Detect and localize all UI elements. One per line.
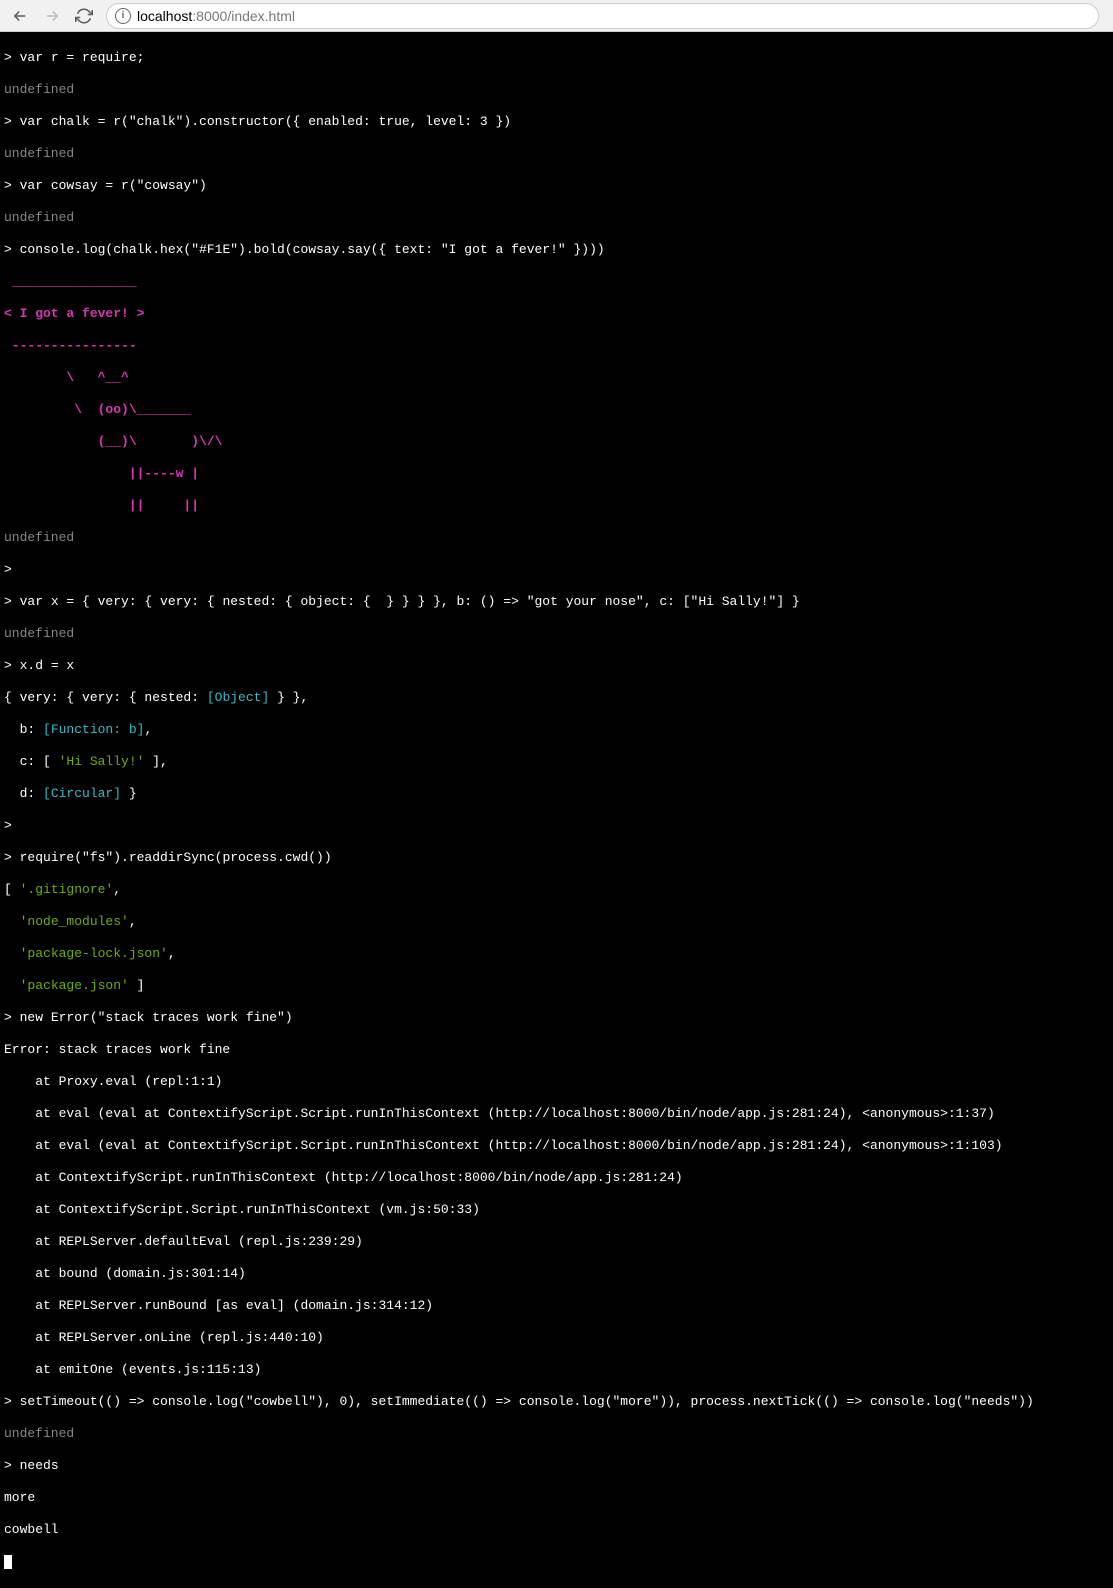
terminal-output[interactable]: > var r = require; undefined > var chalk… <box>0 32 1113 1588</box>
cowsay-art: ---------------- <box>4 338 1109 354</box>
cowsay-art: ________________ <box>4 274 1109 290</box>
string-value: 'package-lock.json' <box>20 946 168 961</box>
browser-toolbar: i localhost:8000/index.html <box>0 0 1113 32</box>
cowsay-art: ||----w | <box>4 466 1109 482</box>
cursor <box>4 1555 12 1569</box>
back-button[interactable] <box>6 2 34 30</box>
stack-line: at REPLServer.runBound [as eval] (domain… <box>4 1298 1109 1314</box>
console-output: cowbell <box>4 1522 1109 1538</box>
cowsay-art: \ ^__^ <box>4 370 1109 386</box>
repl-output: undefined <box>4 146 1109 162</box>
repl-input: var cowsay = r("cowsay") <box>20 178 207 193</box>
string-value: 'package.json' <box>20 978 129 993</box>
cowsay-art: || || <box>4 498 1109 514</box>
stack-line: at eval (eval at ContextifyScript.Script… <box>4 1106 1109 1122</box>
address-bar[interactable]: i localhost:8000/index.html <box>106 3 1099 29</box>
repl-input: require("fs").readdirSync(process.cwd()) <box>20 850 332 865</box>
repl-output: { very: { very: { nested: <box>4 690 207 705</box>
string-value: '.gitignore' <box>20 882 114 897</box>
stack-line: at REPLServer.defaultEval (repl.js:239:2… <box>4 1234 1109 1250</box>
forward-button[interactable] <box>38 2 66 30</box>
repl-input: setTimeout(() => console.log("cowbell"),… <box>20 1394 1034 1409</box>
url-path: /index.html <box>227 8 295 24</box>
repl-input: var x = { very: { very: { nested: { obje… <box>20 594 800 609</box>
cowsay-art: < I got a fever! > <box>4 306 1109 322</box>
url-host: localhost <box>137 8 192 24</box>
stack-line: at ContextifyScript.runInThisContext (ht… <box>4 1170 1109 1186</box>
stack-line: at Proxy.eval (repl:1:1) <box>4 1074 1109 1090</box>
repl-input: console.log(chalk.hex("#F1E").bold(cowsa… <box>20 242 605 257</box>
stack-line: at ContextifyScript.Script.runInThisCont… <box>4 1202 1109 1218</box>
console-output: more <box>4 1490 1109 1506</box>
stack-line: at eval (eval at ContextifyScript.Script… <box>4 1138 1109 1154</box>
url-port: :8000 <box>192 8 227 24</box>
string-value: 'node_modules' <box>20 914 129 929</box>
repl-output: undefined <box>4 82 1109 98</box>
string-value: 'Hi Sally!' <box>59 754 145 769</box>
repl-input: new Error("stack traces work fine") <box>20 1010 293 1025</box>
stack-line: at emitOne (events.js:115:13) <box>4 1362 1109 1378</box>
function-tag: [Function: b] <box>43 722 144 737</box>
repl-output: undefined <box>4 530 1109 546</box>
repl-output: undefined <box>4 1426 1109 1442</box>
info-icon[interactable]: i <box>115 8 131 24</box>
error-header: Error: stack traces work fine <box>4 1042 1109 1058</box>
reload-button[interactable] <box>70 2 98 30</box>
cowsay-art: (__)\ )\/\ <box>4 434 1109 450</box>
repl-input: var r = require; <box>20 50 145 65</box>
repl-input: var chalk = r("chalk").constructor({ ena… <box>20 114 511 129</box>
cowsay-art: \ (oo)\_______ <box>4 402 1109 418</box>
repl-input: x.d = x <box>20 658 75 673</box>
repl-input: needs <box>20 1458 59 1473</box>
circular-tag: [Circular] <box>43 786 121 801</box>
repl-output: undefined <box>4 626 1109 642</box>
object-tag: [Object] <box>207 690 269 705</box>
stack-line: at bound (domain.js:301:14) <box>4 1266 1109 1282</box>
stack-line: at REPLServer.onLine (repl.js:440:10) <box>4 1330 1109 1346</box>
repl-output: undefined <box>4 210 1109 226</box>
